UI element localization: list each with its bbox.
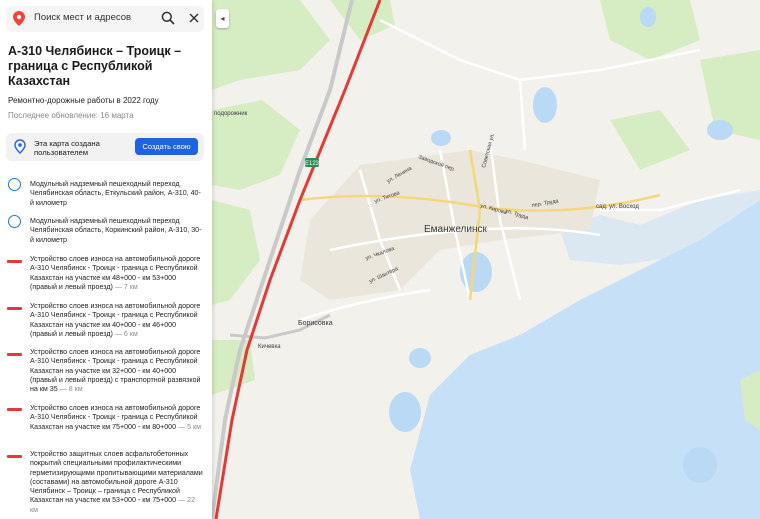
point-marker-icon bbox=[8, 178, 21, 191]
kichevka-label: Кичевка bbox=[258, 344, 281, 350]
layer-subtitle: Ремонтно-дорожные работы в 2022 году bbox=[8, 96, 159, 105]
line-marker-icon bbox=[7, 307, 22, 310]
collapse-panel-button[interactable]: ◂ bbox=[216, 9, 229, 28]
item-text: Модульный надземный пешеходный переход Ч… bbox=[30, 180, 201, 207]
point-marker-icon bbox=[8, 215, 21, 228]
sad-label: сад. ул. Восход bbox=[596, 204, 639, 210]
map-pin-icon bbox=[13, 11, 25, 26]
line-marker-icon bbox=[7, 455, 22, 458]
user-map-text: Эта карта создана пользователем bbox=[34, 139, 100, 157]
city-label: Еманжелинск bbox=[424, 224, 487, 235]
item-text: Устройство слоев износа на автомобильной… bbox=[30, 404, 201, 431]
list-item[interactable]: Устройство слоев износа на автомобильной… bbox=[30, 302, 204, 339]
podorozhnik-label: подорожник bbox=[214, 111, 248, 117]
list-item[interactable]: Модульный надземный пешеходный переход Ч… bbox=[30, 180, 204, 208]
item-length: — 8 км bbox=[59, 385, 83, 394]
item-length: — 5 км bbox=[178, 422, 202, 431]
side-panel: Поиск мест и адресов А-310 Челябинск – Т… bbox=[0, 0, 212, 519]
borisovka-label: Борисовка bbox=[298, 320, 333, 327]
layer-title: А-310 Челябинск – Троицк – граница с Рес… bbox=[8, 44, 182, 88]
close-icon[interactable] bbox=[187, 11, 201, 25]
line-marker-icon bbox=[7, 408, 22, 411]
list-item[interactable]: Устройство слоев износа на автомобильной… bbox=[30, 404, 204, 432]
item-length: — 7 км bbox=[114, 282, 138, 291]
list-item[interactable]: Устройство слоев износа на автомобильной… bbox=[30, 348, 204, 394]
create-map-button[interactable]: Создать свою bbox=[135, 138, 198, 155]
item-text: Модульный надземный пешеходный переход Ч… bbox=[30, 217, 202, 244]
search-input[interactable]: Поиск мест и адресов bbox=[34, 12, 131, 23]
list-item[interactable]: Устройство слоев износа на автомобильной… bbox=[30, 255, 204, 292]
road-shield-label: Е123 bbox=[305, 161, 320, 167]
list-item[interactable]: Модульный надземный пешеходный переход Ч… bbox=[30, 217, 204, 245]
last-updated: Последнее обновление: 16 марта bbox=[8, 111, 134, 120]
user-map-notice: Эта карта создана пользователем Создать … bbox=[6, 133, 204, 161]
search-bar[interactable]: Поиск мест и адресов bbox=[6, 6, 204, 32]
line-marker-icon bbox=[7, 260, 22, 263]
list-item[interactable]: Устройство защитных слоев асфальтобетонн… bbox=[30, 450, 204, 515]
line-marker-icon bbox=[7, 353, 22, 356]
item-length: — 6 км bbox=[114, 329, 138, 338]
item-text: Устройство слоев износа на автомобильной… bbox=[30, 348, 201, 394]
search-icon[interactable] bbox=[161, 11, 175, 25]
item-text: Устройство защитных слоев асфальтобетонн… bbox=[30, 450, 203, 505]
map-pin-outline-icon bbox=[14, 139, 26, 154]
